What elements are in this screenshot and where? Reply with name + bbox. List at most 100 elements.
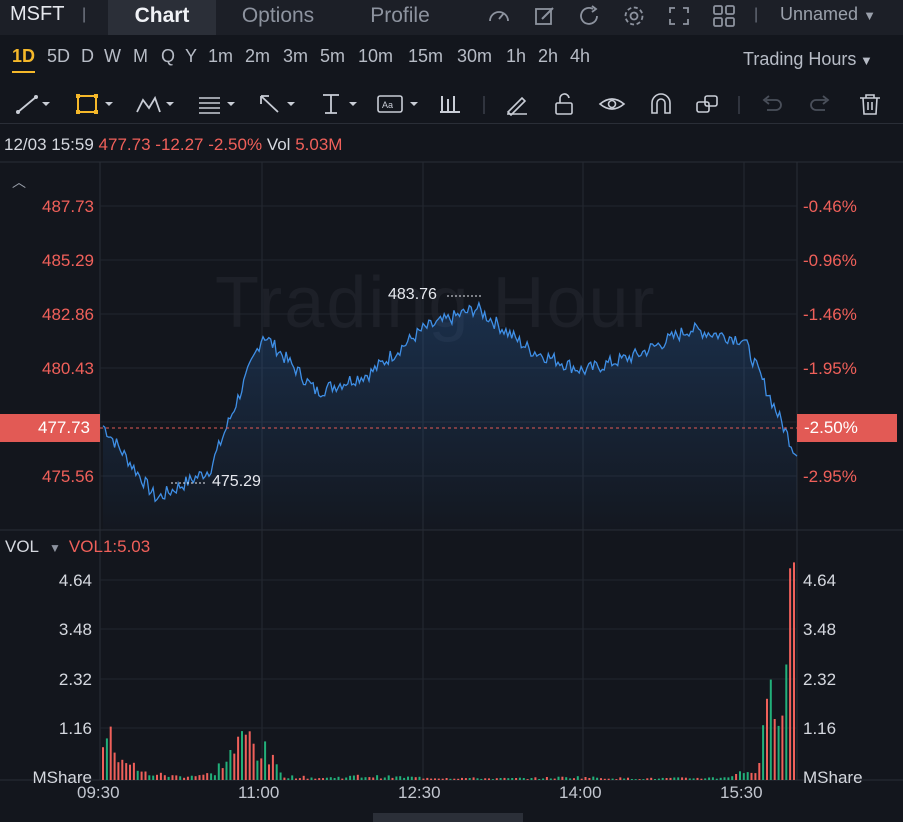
volume-bar — [352, 775, 355, 780]
volume-bar — [607, 778, 610, 780]
volume-axis-label: 4.64 — [58, 571, 92, 590]
redo-icon[interactable] — [806, 92, 834, 116]
volume-bar — [186, 776, 189, 780]
volume-bar — [762, 725, 765, 780]
period-1h[interactable]: 1h — [506, 46, 526, 67]
period-1d[interactable]: 1D — [12, 46, 36, 73]
edit-icon[interactable] — [532, 4, 558, 28]
volume-bar — [688, 778, 691, 780]
text-annotation-icon[interactable]: Aa — [376, 92, 426, 116]
rectangle-icon[interactable] — [74, 92, 120, 116]
volume-bar — [407, 776, 409, 780]
period-y[interactable]: Y — [185, 46, 197, 67]
toolbar-separator — [737, 92, 741, 116]
period-5m[interactable]: 5m — [320, 46, 345, 67]
current-pct-tag: -2.50% — [797, 414, 897, 442]
quote-vol-label: Vol — [266, 135, 291, 154]
group-icon[interactable] — [694, 92, 722, 116]
collapse-panel-icon[interactable]: ︿ — [12, 172, 26, 192]
volume-bar — [549, 778, 552, 780]
volume-bar — [140, 771, 143, 780]
fullscreen-icon[interactable] — [666, 4, 692, 28]
panel-resize-handle[interactable] — [373, 813, 523, 822]
period-3m[interactable]: 3m — [283, 46, 308, 67]
volume-bar — [735, 774, 738, 780]
volume-bar — [430, 778, 433, 780]
period-10m[interactable]: 10m — [358, 46, 393, 67]
period-q[interactable]: Q — [161, 46, 175, 67]
grid-layout-icon[interactable] — [711, 4, 737, 28]
volume-bar — [534, 777, 537, 780]
volume-indicator: VOL1:5.03 — [68, 537, 151, 556]
period-2h[interactable]: 2h — [538, 46, 558, 67]
bars-icon[interactable] — [437, 92, 465, 116]
period-m[interactable]: M — [133, 46, 148, 67]
volume-bar — [769, 679, 772, 780]
period-2m[interactable]: 2m — [245, 46, 270, 67]
volume-bar — [391, 777, 394, 780]
pct-axis-label: -0.96% — [803, 251, 857, 270]
tab-profile[interactable]: Profile — [350, 0, 450, 35]
quote-volume: 5.03M — [295, 135, 343, 154]
symbol-label[interactable]: MSFT — [10, 3, 64, 26]
volume-bar — [634, 779, 637, 780]
period-w[interactable]: W — [104, 46, 121, 67]
volume-bar — [337, 776, 340, 780]
period-d[interactable]: D — [81, 46, 94, 67]
volume-bar — [414, 777, 417, 780]
volume-bar — [750, 772, 753, 780]
volume-bar — [399, 776, 402, 780]
volume-bar — [777, 725, 780, 780]
volume-bar — [573, 778, 575, 780]
volume-bar — [260, 758, 263, 780]
period-4h[interactable]: 4h — [570, 46, 590, 67]
volume-bar — [491, 779, 494, 780]
layout-name-dropdown[interactable]: Unnamed ▼ — [780, 4, 876, 25]
quote-price: 477.73 — [98, 135, 151, 154]
refresh-icon[interactable] — [576, 4, 602, 28]
lock-icon[interactable] — [551, 92, 579, 116]
period-15m[interactable]: 15m — [408, 46, 443, 67]
volume-bar — [437, 778, 440, 780]
tab-options[interactable]: Options — [222, 0, 334, 35]
caret-down-icon[interactable]: ▼ — [49, 541, 61, 555]
fibonacci-icon[interactable] — [196, 92, 242, 116]
volume-bar — [464, 778, 467, 780]
volume-bar — [793, 562, 795, 780]
volume-bar — [588, 778, 591, 780]
volume-bar — [279, 772, 282, 780]
trend-line-icon[interactable] — [14, 92, 54, 116]
period-30m[interactable]: 30m — [457, 46, 492, 67]
volume-bar — [271, 754, 274, 780]
quote-datetime: 12/03 15:59 — [4, 135, 94, 154]
arrow-icon[interactable] — [256, 92, 302, 116]
eye-icon[interactable] — [598, 92, 626, 116]
settings-icon[interactable] — [621, 4, 647, 28]
volume-bar — [557, 776, 560, 780]
volume-bar — [287, 778, 290, 780]
period-1m[interactable]: 1m — [208, 46, 233, 67]
volume-bar — [156, 774, 158, 780]
volume-bar — [507, 778, 510, 780]
volume-bar — [646, 778, 649, 780]
delete-icon[interactable] — [856, 92, 884, 116]
measure-icon[interactable] — [318, 92, 364, 116]
undo-icon[interactable] — [758, 92, 786, 116]
volume-bar — [364, 777, 367, 780]
volume-bar — [322, 778, 324, 780]
volume-bar — [580, 778, 583, 780]
time-axis-label: 09:30 — [77, 783, 120, 802]
volume-bar — [503, 777, 506, 780]
period-5d[interactable]: 5D — [47, 46, 70, 67]
tab-chart[interactable]: Chart — [108, 0, 216, 35]
volume-title[interactable]: VOL — [5, 537, 39, 556]
pattern-icon[interactable] — [134, 92, 180, 116]
volume-bar — [345, 777, 348, 780]
volume-bar — [569, 778, 572, 780]
magnet-icon[interactable] — [647, 92, 675, 116]
pencil-icon[interactable] — [503, 92, 531, 117]
gauge-icon[interactable] — [486, 4, 512, 28]
price-axis-label: 482.86 — [42, 305, 94, 324]
volume-bar — [159, 772, 162, 780]
trading-hours-dropdown[interactable]: Trading Hours ▼ — [743, 49, 873, 70]
